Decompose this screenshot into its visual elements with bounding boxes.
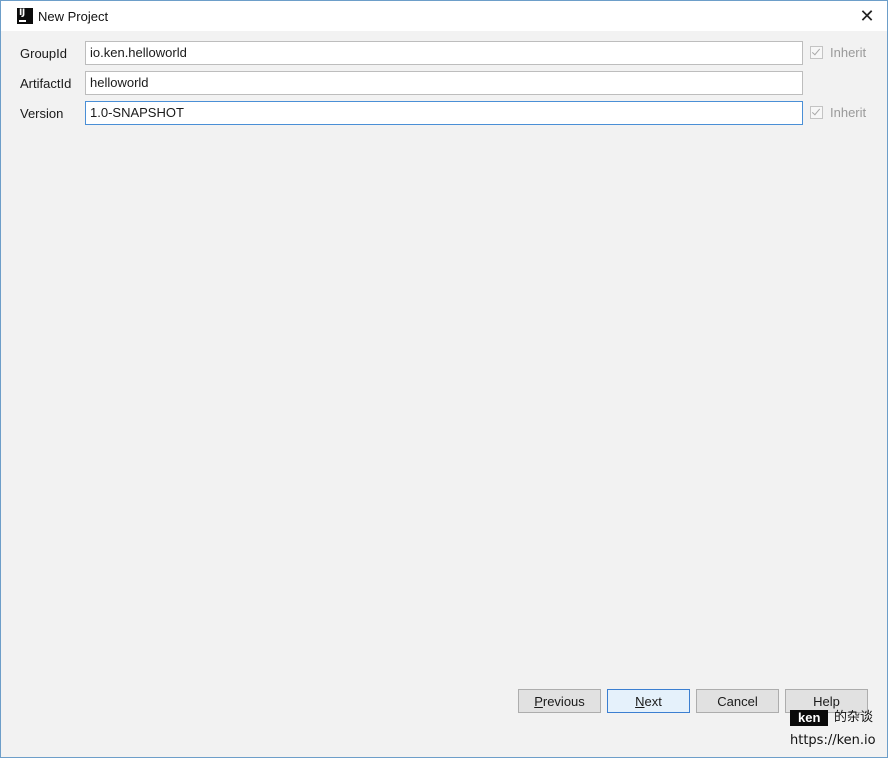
title-bar: IJ New Project ✕ [1, 1, 887, 31]
groupid-inherit-label: Inherit [830, 44, 867, 60]
groupid-field[interactable] [85, 41, 803, 65]
content-panel: GroupId Inherit ArtifactId Version Inher… [7, 31, 881, 747]
version-inherit-checkbox[interactable]: Inherit [810, 104, 866, 120]
previous-button[interactable]: Previous [518, 689, 601, 713]
window-title: New Project [38, 9, 109, 24]
watermark-brand: ken [790, 710, 829, 726]
cancel-button[interactable]: Cancel [696, 689, 779, 713]
checkbox-checked-icon [810, 105, 823, 119]
new-project-dialog: IJ New Project ✕ GroupId Inherit Artifac… [0, 0, 888, 758]
groupid-row: GroupId Inherit [7, 41, 881, 65]
next-button[interactable]: Next [607, 689, 690, 713]
groupid-inherit-checkbox[interactable]: Inherit [810, 44, 866, 60]
next-mnemonic: N [635, 693, 645, 709]
close-icon[interactable]: ✕ [855, 4, 879, 28]
version-label: Version [20, 106, 64, 121]
intellij-app-icon: IJ [17, 8, 33, 24]
previous-mnemonic: P [534, 693, 543, 709]
groupid-label: GroupId [20, 46, 67, 61]
version-row: Version Inherit [7, 101, 881, 125]
next-label: ext [644, 693, 662, 709]
version-inherit-label: Inherit [830, 104, 867, 120]
artifactid-field[interactable] [85, 71, 803, 95]
watermark-url: https://ken.io [790, 733, 876, 748]
previous-label: revious [542, 693, 585, 709]
artifactid-row: ArtifactId [7, 71, 881, 95]
artifactid-label: ArtifactId [20, 76, 72, 91]
watermark: ken 的杂谈 https://ken.io [790, 710, 880, 752]
watermark-suffix: 的杂谈 [834, 710, 874, 725]
checkbox-checked-icon [810, 45, 823, 59]
version-field[interactable] [85, 101, 803, 125]
